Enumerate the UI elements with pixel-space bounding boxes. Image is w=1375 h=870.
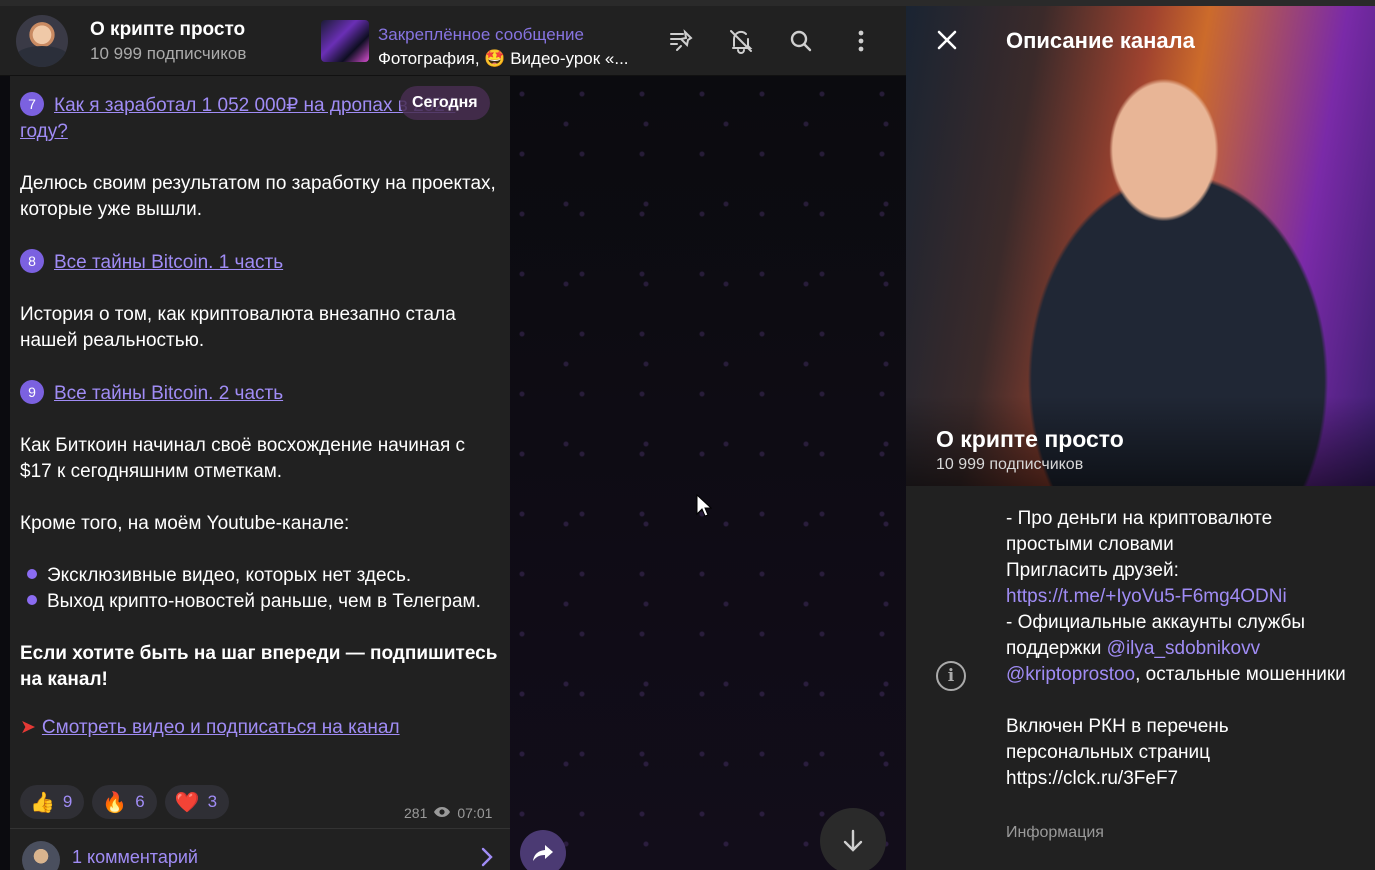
description-caption: Информация xyxy=(1006,824,1104,841)
message-text: 7 Как я заработал 1 052 000₽ на дропах в … xyxy=(20,92,500,741)
eye-icon xyxy=(433,805,451,821)
channel-subscribers: 10 999 подписчиков xyxy=(90,44,247,63)
list-number-badge: 9 xyxy=(20,380,44,404)
channel-description: - Про деньги на криптовалюте простыми сл… xyxy=(1006,506,1346,792)
mouse-cursor-icon xyxy=(696,493,713,523)
post-link-bitcoin-2[interactable]: Все тайны Bitcoin. 2 часть xyxy=(54,383,283,404)
bullet-text: Эксклюзивные видео, которых нет здесь. xyxy=(47,565,412,586)
scroll-down-button[interactable] xyxy=(820,808,886,870)
support-handle-kriptoprostoo[interactable]: @kriptoprostoo xyxy=(1006,664,1135,685)
reactions-bar: 👍 9 🔥 6 ❤️ 3 xyxy=(20,785,230,819)
desc-line: - Про деньги на криптовалюте простыми сл… xyxy=(1006,508,1273,555)
fire-icon: 🔥 xyxy=(102,791,128,814)
share-button[interactable] xyxy=(520,830,566,870)
pinned-message-text[interactable]: Фотография, 🤩 Видео-урок «... xyxy=(378,49,629,69)
reaction-count: 3 xyxy=(207,792,218,811)
chevron-right-icon xyxy=(480,847,494,870)
pinned-message-label[interactable]: Закреплённое сообщение xyxy=(378,25,584,45)
reaction-heart[interactable]: ❤️ 3 xyxy=(164,785,230,819)
comments-button[interactable]: 1 комментарий xyxy=(10,828,510,870)
close-icon[interactable] xyxy=(936,26,958,58)
comments-label: 1 комментарий xyxy=(72,847,198,867)
chat-area: О крипте просто 10 999 подписчиков Закре… xyxy=(0,6,906,870)
reaction-count: 6 xyxy=(135,792,145,811)
post-description: История о том, как криптовалюта внезапно… xyxy=(20,304,456,351)
list-number-badge: 7 xyxy=(20,92,44,116)
channel-cover-photo: Описание канала О крипте просто 10 999 п… xyxy=(906,6,1375,486)
cover-subscribers: 10 999 подписчиков xyxy=(936,456,1084,473)
reaction-count: 9 xyxy=(62,792,73,811)
date-separator: Сегодня xyxy=(400,86,490,120)
red-arrow-icon: ➤ xyxy=(20,717,36,738)
search-icon[interactable] xyxy=(786,26,816,56)
rkn-link[interactable]: https://clck.ru/3FeF7 xyxy=(1006,766,1346,792)
channel-avatar[interactable] xyxy=(16,15,68,67)
bullet-text: Выход крипто-новостей раньше, чем в Теле… xyxy=(47,591,481,612)
message-meta: 281 07:01 xyxy=(404,805,492,821)
post-description: Как Биткоин начинал своё восхождение нач… xyxy=(20,435,466,482)
bullet-dot xyxy=(27,569,37,579)
chat-header: О крипте просто 10 999 подписчиков Закре… xyxy=(0,6,906,76)
desc-others: , остальные мошенники xyxy=(1135,664,1346,685)
post-link-bitcoin-1[interactable]: Все тайны Bitcoin. 1 часть xyxy=(54,252,283,273)
watch-video-link[interactable]: Смотреть видео и подписаться на канал xyxy=(42,717,400,738)
mute-bell-icon[interactable] xyxy=(726,26,756,56)
reaction-thumbs-up[interactable]: 👍 9 xyxy=(20,785,85,819)
desc-invite: Пригласить друзей: xyxy=(1006,560,1179,581)
post-link-dropy[interactable]: Как я заработал 1 052 000₽ на дропах в 2… xyxy=(20,95,455,142)
commenter-avatar xyxy=(22,841,60,870)
unpin-icon[interactable] xyxy=(666,26,696,56)
more-vertical-icon[interactable] xyxy=(846,26,876,56)
cover-channel-name: О крипте просто xyxy=(936,426,1124,452)
desc-rkn: Включен РКН в перечень персональных стра… xyxy=(1006,716,1229,763)
info-icon: i xyxy=(936,661,966,691)
thumbs-up-icon: 👍 xyxy=(30,791,55,814)
bullet-dot xyxy=(27,595,37,605)
channel-info-panel: Описание канала О крипте просто 10 999 п… xyxy=(906,6,1375,870)
list-number-badge: 8 xyxy=(20,249,44,273)
view-count: 281 xyxy=(404,805,428,821)
post-description: Делюсь своим результатом по заработку на… xyxy=(20,173,496,220)
youtube-intro: Кроме того, на моём Youtube-канале: xyxy=(20,513,350,534)
reaction-fire[interactable]: 🔥 6 xyxy=(92,785,157,819)
invite-link[interactable]: https://t.me/+IyoVu5-F6mg4ODNi xyxy=(1006,586,1287,607)
chat-wallpaper xyxy=(510,76,906,870)
message-time: 07:01 xyxy=(457,805,493,821)
channel-title[interactable]: О крипте просто xyxy=(90,19,245,41)
call-to-action: Если хотите быть на шаг впереди — подпиш… xyxy=(20,643,498,690)
panel-title: Описание канала xyxy=(1006,28,1195,53)
support-handle-ilya[interactable]: @ilya_sdobnikovv xyxy=(1107,638,1260,659)
heart-icon: ❤️ xyxy=(174,791,200,814)
pinned-message-thumbnail[interactable] xyxy=(321,20,369,62)
